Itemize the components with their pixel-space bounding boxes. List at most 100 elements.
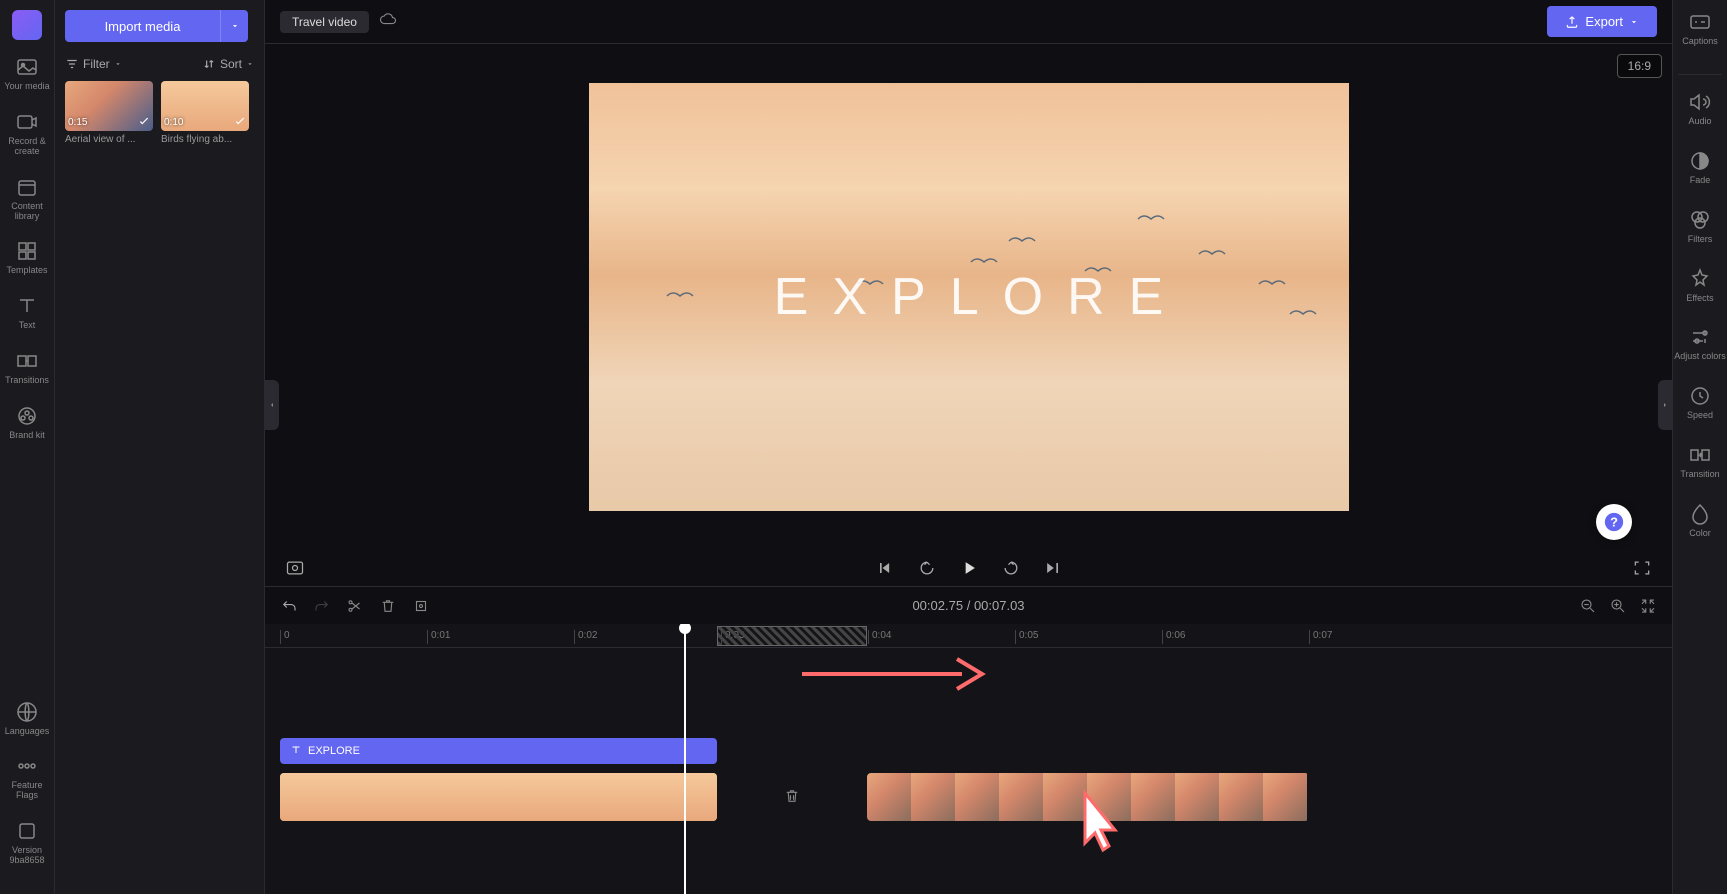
sidebar-item-label: Brand kit bbox=[9, 431, 45, 441]
annotation-cursor-icon bbox=[1065, 788, 1125, 868]
zoom-out-button[interactable] bbox=[1579, 597, 1597, 615]
flags-icon bbox=[15, 754, 39, 778]
right-item-label: Effects bbox=[1686, 294, 1713, 304]
app-logo[interactable] bbox=[12, 10, 42, 40]
sidebar-item-languages[interactable]: Languages bbox=[0, 700, 54, 737]
right-item-audio[interactable]: Audio bbox=[1688, 90, 1712, 127]
sidebar-item-your-media[interactable]: Your media bbox=[4, 55, 49, 92]
fit-timeline-button[interactable] bbox=[1639, 597, 1657, 615]
captions-icon bbox=[1688, 10, 1712, 34]
fullscreen-button[interactable] bbox=[1632, 558, 1652, 578]
media-panel: Import media Filter Sort 0:15 Aerial vie… bbox=[55, 0, 265, 894]
redo-button[interactable] bbox=[313, 597, 331, 615]
record-icon bbox=[15, 110, 39, 134]
sidebar-item-text[interactable]: Text bbox=[15, 294, 39, 331]
sidebar-item-label: Content library bbox=[0, 202, 54, 222]
play-button[interactable] bbox=[959, 558, 979, 578]
sidebar-item-transitions[interactable]: Transitions bbox=[5, 349, 49, 386]
screenshot-button[interactable] bbox=[285, 558, 305, 578]
right-item-label: Speed bbox=[1687, 411, 1713, 421]
speed-icon bbox=[1688, 384, 1712, 408]
skip-forward-button[interactable] bbox=[1043, 558, 1063, 578]
project-title[interactable]: Travel video bbox=[280, 11, 369, 33]
fade-icon bbox=[1688, 149, 1712, 173]
export-button[interactable]: Export bbox=[1547, 6, 1657, 37]
undo-button[interactable] bbox=[280, 597, 298, 615]
right-item-speed[interactable]: Speed bbox=[1687, 384, 1713, 421]
main-area: Travel video Export 16:9 bbox=[265, 0, 1672, 894]
right-item-captions[interactable]: Captions bbox=[1682, 10, 1718, 47]
skip-back-button[interactable] bbox=[875, 558, 895, 578]
version-icon bbox=[15, 819, 39, 843]
timeline[interactable]: 0 0:01 0:02 0:03 0:04 0:05 0:06 0:07 EXP… bbox=[265, 624, 1672, 894]
cloud-sync-icon[interactable] bbox=[379, 10, 397, 33]
playhead[interactable] bbox=[684, 624, 686, 894]
check-icon bbox=[233, 115, 247, 129]
media-item[interactable]: 0:15 Aerial view of ... bbox=[65, 81, 153, 145]
rewind-button[interactable] bbox=[917, 558, 937, 578]
right-item-fade[interactable]: Fade bbox=[1688, 149, 1712, 186]
timeline-ruler[interactable]: 0 0:01 0:02 0:03 0:04 0:05 0:06 0:07 bbox=[265, 624, 1672, 648]
templates-icon bbox=[15, 239, 39, 263]
delete-gap-button[interactable] bbox=[783, 787, 801, 808]
divider bbox=[1678, 74, 1721, 75]
collapse-right-panel[interactable] bbox=[1658, 380, 1672, 430]
right-item-label: Fade bbox=[1690, 176, 1711, 186]
sort-button[interactable]: Sort bbox=[202, 57, 254, 71]
top-bar: Travel video Export bbox=[265, 0, 1672, 44]
preview-text-overlay: EXPLORE bbox=[774, 267, 1188, 327]
brandkit-icon bbox=[15, 404, 39, 428]
sidebar-item-feature-flags[interactable]: Feature Flags bbox=[0, 754, 54, 801]
media-title: Birds flying ab... bbox=[161, 134, 249, 145]
transition-icon bbox=[1688, 443, 1712, 467]
sidebar-item-templates[interactable]: Templates bbox=[6, 239, 47, 276]
sidebar-item-label: Feature Flags bbox=[0, 781, 54, 801]
media-duration: 0:10 bbox=[164, 117, 183, 128]
time-separator: / bbox=[967, 598, 971, 613]
timecode-display: 00:02.75 / 00:07.03 bbox=[912, 598, 1024, 613]
preview-video[interactable]: EXPLORE bbox=[589, 83, 1349, 511]
sidebar-item-label: Your media bbox=[4, 82, 49, 92]
ruler-tick: 0:04 bbox=[868, 630, 891, 644]
sidebar-item-version[interactable]: Version 9ba8658 bbox=[0, 819, 54, 866]
video-clip-1[interactable] bbox=[280, 773, 717, 821]
sidebar-item-brand-kit[interactable]: Brand kit bbox=[9, 404, 45, 441]
import-dropdown[interactable] bbox=[220, 10, 248, 42]
text-clip-label: EXPLORE bbox=[308, 745, 360, 757]
sidebar-item-record[interactable]: Record & create bbox=[0, 110, 54, 157]
total-time: 00:07.03 bbox=[974, 598, 1025, 613]
gap-track[interactable] bbox=[717, 773, 867, 821]
text-icon bbox=[15, 294, 39, 318]
right-item-label: Color bbox=[1689, 529, 1711, 539]
svg-text:?: ? bbox=[1610, 515, 1618, 530]
left-sidebar: Your media Record & create Content libra… bbox=[0, 0, 55, 894]
forward-button[interactable] bbox=[1001, 558, 1021, 578]
text-clip[interactable]: EXPLORE bbox=[280, 738, 717, 764]
right-item-adjust-colors[interactable]: Adjust colors bbox=[1674, 325, 1726, 362]
media-item[interactable]: 0:10 Birds flying ab... bbox=[161, 81, 249, 145]
media-thumbnail[interactable]: 0:10 bbox=[161, 81, 249, 131]
zoom-in-button[interactable] bbox=[1609, 597, 1627, 615]
gap-indicator bbox=[717, 626, 867, 646]
import-media-button[interactable]: Import media bbox=[65, 10, 220, 42]
right-item-filters[interactable]: Filters bbox=[1688, 208, 1713, 245]
ruler-tick: 0:02 bbox=[574, 630, 597, 644]
delete-button[interactable] bbox=[379, 597, 397, 615]
filters-icon bbox=[1688, 208, 1712, 232]
ruler-tick: 0:05 bbox=[1015, 630, 1038, 644]
sidebar-item-content-library[interactable]: Content library bbox=[0, 175, 54, 222]
sidebar-item-label: Text bbox=[19, 321, 36, 331]
sidebar-item-label: Record & create bbox=[0, 137, 54, 157]
transitions-icon bbox=[15, 349, 39, 373]
help-button[interactable]: ? bbox=[1596, 504, 1632, 540]
crop-button[interactable] bbox=[412, 597, 430, 615]
adjust-icon bbox=[1688, 325, 1712, 349]
aspect-ratio-badge[interactable]: 16:9 bbox=[1617, 54, 1662, 78]
right-item-color[interactable]: Color bbox=[1688, 502, 1712, 539]
preview-controls bbox=[265, 550, 1672, 586]
filter-button[interactable]: Filter bbox=[65, 57, 122, 71]
right-item-transition[interactable]: Transition bbox=[1680, 443, 1719, 480]
media-thumbnail[interactable]: 0:15 bbox=[65, 81, 153, 131]
right-item-effects[interactable]: Effects bbox=[1686, 267, 1713, 304]
split-button[interactable] bbox=[346, 597, 364, 615]
